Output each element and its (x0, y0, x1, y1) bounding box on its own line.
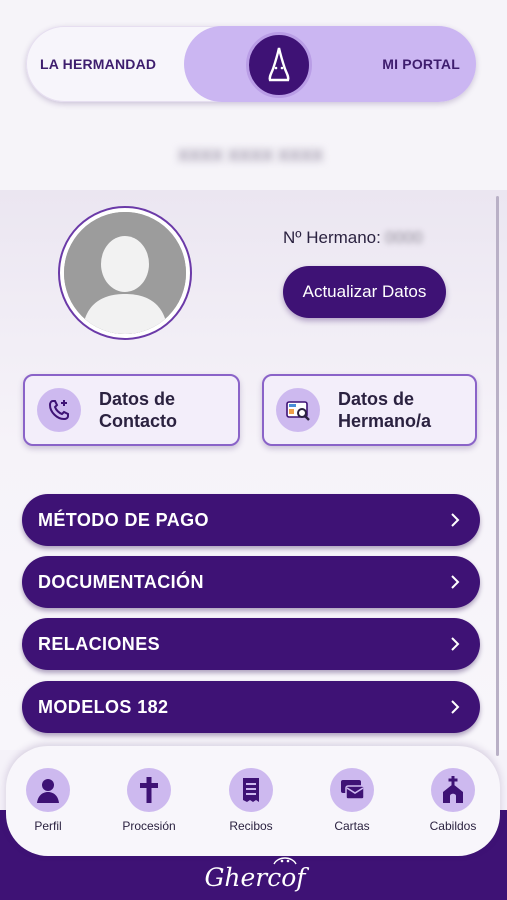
member-number: Nº Hermano: 0000 (283, 228, 423, 248)
nav-label: Cartas (334, 819, 370, 833)
nav-item-procesion[interactable]: Procesión (114, 768, 184, 833)
brand-logo: Ghercof (204, 863, 306, 892)
user-icon (26, 768, 70, 812)
nav-label: Procesión (122, 819, 176, 833)
member-card-line2: Hermano/a (338, 411, 432, 431)
nav-label: Cabildos (429, 819, 477, 833)
chevron-right-icon (451, 575, 460, 589)
member-number-value: 0000 (384, 228, 423, 247)
chevron-right-icon (451, 700, 460, 714)
member-data-card[interactable]: Datos de Hermano/a (262, 374, 477, 446)
contact-data-card[interactable]: Datos de Contacto (23, 374, 240, 446)
contact-card-line2: Contacto (99, 411, 177, 431)
member-number-label: Nº Hermano: (283, 228, 381, 247)
menu-relations[interactable]: RELACIONES (22, 618, 480, 670)
hood-icon[interactable] (246, 32, 312, 98)
church-icon (431, 768, 475, 812)
chevron-right-icon (451, 637, 460, 651)
menu-label: MODELOS 182 (38, 696, 169, 717)
receipt-icon (229, 768, 273, 812)
nav-item-perfil[interactable]: Perfil (13, 768, 83, 833)
section-toggle[interactable]: LA HERMANDAD MI PORTAL (26, 26, 476, 102)
tab-la-hermandad[interactable]: LA HERMANDAD (40, 26, 156, 102)
update-data-button[interactable]: Actualizar Datos (283, 266, 446, 318)
tab-mi-portal[interactable]: MI PORTAL (382, 26, 460, 102)
avatar[interactable] (58, 206, 192, 340)
nav-item-recibos[interactable]: Recibos (216, 768, 286, 833)
scrollbar[interactable] (496, 196, 499, 756)
menu-label: MÉTODO DE PAGO (38, 509, 209, 530)
cross-icon (127, 768, 171, 812)
menu-payment-method[interactable]: MÉTODO DE PAGO (22, 494, 480, 546)
avatar-placeholder-icon (64, 212, 186, 334)
chevron-right-icon (451, 513, 460, 527)
member-name: XXXX XXXX XXXX (177, 146, 324, 165)
member-card-line1: Datos de (338, 389, 415, 409)
menu-label: RELACIONES (38, 633, 161, 654)
menu-label: DOCUMENTACIÓN (38, 571, 204, 592)
nav-item-cabildos[interactable]: Cabildos (418, 768, 488, 833)
bottom-navigation: Perfil Procesión Recibos Cartas Cabildos (6, 746, 500, 856)
contact-card-line1: Datos de (99, 389, 176, 409)
nav-label: Perfil (34, 819, 62, 833)
mail-icon (330, 768, 374, 812)
menu-documentation[interactable]: DOCUMENTACIÓN (22, 556, 480, 608)
id-card-search-icon (276, 388, 320, 432)
nav-item-cartas[interactable]: Cartas (317, 768, 387, 833)
phone-add-icon (37, 388, 81, 432)
menu-models-182[interactable]: MODELOS 182 (22, 681, 480, 733)
nav-label: Recibos (229, 819, 273, 833)
